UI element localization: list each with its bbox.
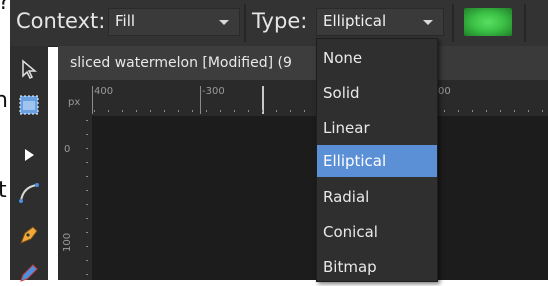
corner-tool-icon[interactable] bbox=[16, 180, 42, 206]
pointer-icon[interactable] bbox=[16, 56, 42, 82]
ruler-tick-label: 00 bbox=[438, 86, 451, 97]
ruler-tick bbox=[92, 86, 93, 114]
tools-panel bbox=[10, 46, 48, 282]
type-label: Type: bbox=[252, 9, 308, 33]
context-toolbar: Context: Fill Type: Elliptical bbox=[10, 0, 548, 47]
toolbar-separator bbox=[244, 4, 246, 42]
ruler-tick-label: 400 bbox=[94, 86, 114, 97]
edge-glyph: ? bbox=[0, 0, 10, 15]
type-select-value: Elliptical bbox=[323, 12, 387, 30]
horizontal-ruler: px 400 -300 00 bbox=[58, 80, 548, 116]
ruler-tick-label: -300 bbox=[202, 86, 225, 97]
menu-item-solid[interactable]: Solid bbox=[317, 77, 437, 109]
frame-icon[interactable] bbox=[16, 92, 42, 118]
vertical-ruler: 0 100 bbox=[58, 116, 92, 280]
edge-glyph: n bbox=[0, 88, 8, 113]
type-select[interactable]: Elliptical bbox=[316, 8, 444, 36]
context-select-value: Fill bbox=[115, 12, 136, 30]
chevron-down-icon bbox=[219, 20, 229, 25]
context-select[interactable]: Fill bbox=[108, 8, 240, 36]
menu-item-bitmap[interactable]: Bitmap bbox=[317, 251, 437, 283]
ruler-dotted-ticks bbox=[86, 120, 88, 280]
menu-item-none[interactable]: None bbox=[317, 42, 437, 74]
type-dropdown-menu: None Solid Linear Elliptical Radial Coni… bbox=[316, 38, 438, 282]
document-tab[interactable]: sliced watermelon [Modified] (9 bbox=[58, 46, 316, 81]
fill-color-swatch[interactable] bbox=[464, 8, 512, 36]
document-tab-title: sliced watermelon [Modified] (9 bbox=[70, 55, 292, 71]
pen-icon[interactable] bbox=[16, 222, 42, 248]
node-arrow-icon[interactable] bbox=[16, 142, 42, 168]
ruler-tick-label: 0 bbox=[64, 144, 71, 155]
context-label: Context: bbox=[16, 9, 106, 33]
pencil-icon[interactable] bbox=[16, 260, 42, 286]
ruler-unit: px bbox=[68, 97, 81, 108]
menu-item-conical[interactable]: Conical bbox=[317, 216, 437, 248]
menu-item-linear[interactable]: Linear bbox=[317, 112, 437, 144]
menu-item-radial[interactable]: Radial bbox=[317, 181, 437, 213]
menu-item-elliptical[interactable]: Elliptical bbox=[317, 145, 437, 177]
toolbar-separator bbox=[524, 4, 526, 42]
chevron-down-icon bbox=[423, 20, 433, 25]
toolbar-separator bbox=[452, 4, 454, 42]
ruler-tick-label: 100 bbox=[62, 232, 73, 252]
edge-glyph: t bbox=[0, 178, 7, 203]
